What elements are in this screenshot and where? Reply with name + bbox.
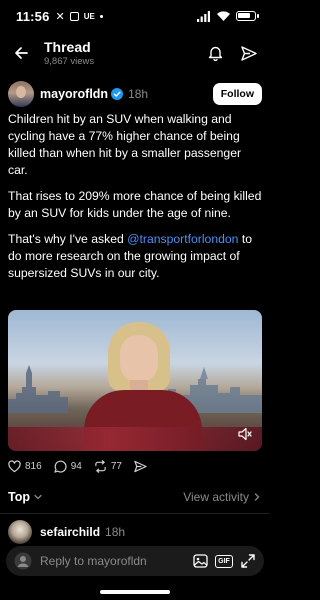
- header-titles: Thread 9,867 views: [44, 39, 94, 67]
- gif-button[interactable]: GIF: [215, 553, 233, 569]
- mention-link[interactable]: @transportforlondon: [127, 232, 238, 246]
- post-paragraph-3: That's why I've asked @transportforlondo…: [8, 231, 262, 282]
- view-activity-label: View activity: [183, 490, 249, 504]
- attach-image-button[interactable]: [192, 553, 208, 569]
- status-time: 11:56: [16, 8, 50, 24]
- like-button[interactable]: 816: [8, 459, 42, 473]
- reply-input[interactable]: [40, 554, 180, 568]
- status-notification-icons: ✕ UE: [56, 10, 103, 23]
- reply-user-avatar-icon: [14, 552, 32, 570]
- share-button[interactable]: [240, 44, 258, 62]
- x-app-icon: ✕: [55, 10, 65, 23]
- post-paragraph-2: That rises to 209% more chance of being …: [8, 189, 262, 220]
- paragraph-3-text-start: That's why I've asked: [8, 232, 128, 246]
- presenter-face: [120, 335, 158, 383]
- expand-composer-button[interactable]: [240, 553, 256, 569]
- like-count: 816: [25, 460, 42, 472]
- carrier-badge: UE: [83, 11, 95, 21]
- battery-icon: [236, 11, 259, 21]
- page-title: Thread: [44, 39, 91, 55]
- comment-button[interactable]: 94: [54, 460, 82, 473]
- follow-button[interactable]: Follow: [212, 83, 262, 105]
- bell-icon: [208, 46, 222, 61]
- post-author-row: mayorofldn 18h Follow: [8, 80, 262, 108]
- back-button[interactable]: [12, 44, 30, 62]
- post-paragraph-1: Children hit by an SUV when walking and …: [8, 112, 242, 177]
- repost-icon: [95, 459, 106, 473]
- view-activity-link[interactable]: View activity: [183, 490, 262, 504]
- post-body: Children hit by an SUV when walking and …: [8, 111, 262, 291]
- reply-composer: GIF: [6, 546, 264, 576]
- send-icon: [241, 45, 257, 61]
- post-video[interactable]: [8, 310, 262, 451]
- reply-author-name[interactable]: sefairchild: [40, 525, 100, 539]
- sort-dropdown[interactable]: Top: [8, 490, 30, 504]
- status-right-icons: [197, 10, 259, 22]
- send-icon: [134, 460, 147, 472]
- reply-item[interactable]: sefairchild 18h: [8, 520, 262, 544]
- expand-icon: [241, 554, 255, 568]
- app-notification-icon: [69, 11, 79, 21]
- notify-button[interactable]: [206, 44, 224, 62]
- divider: [0, 513, 270, 514]
- engagement-row: 816 94 77: [8, 458, 262, 474]
- status-bar: 11:56 ✕ UE: [0, 0, 270, 32]
- send-button[interactable]: [134, 460, 147, 473]
- author-name[interactable]: mayorofldn: [40, 87, 108, 101]
- studio-desk: [8, 427, 262, 451]
- mute-icon[interactable]: [238, 427, 252, 441]
- reply-avatar[interactable]: [8, 520, 32, 544]
- gif-icon: GIF: [215, 554, 233, 568]
- wifi-icon: [217, 11, 230, 21]
- comment-count: 94: [70, 460, 82, 472]
- chevron-right-icon: [254, 493, 260, 501]
- author-avatar[interactable]: [8, 81, 34, 107]
- reply-timestamp: 18h: [105, 525, 126, 539]
- thread-header: Thread 9,867 views: [0, 34, 270, 72]
- home-indicator[interactable]: [100, 590, 170, 594]
- post-timestamp: 18h: [128, 87, 149, 101]
- signal-icon: [197, 10, 210, 22]
- reply-sort-row: Top View activity: [8, 488, 262, 506]
- more-notifications-dot-icon: [99, 14, 103, 18]
- image-icon: [192, 554, 208, 568]
- comment-icon: [54, 460, 67, 473]
- chevron-down-icon: [34, 494, 42, 500]
- header-actions: [206, 44, 258, 62]
- reply-tools: GIF: [192, 553, 256, 569]
- verified-badge-icon: [111, 88, 124, 100]
- back-arrow-icon: [15, 47, 28, 59]
- heart-icon: [8, 459, 21, 472]
- repost-button[interactable]: 77: [94, 459, 122, 473]
- view-count: 9,867 views: [44, 56, 95, 67]
- repost-count: 77: [110, 460, 122, 472]
